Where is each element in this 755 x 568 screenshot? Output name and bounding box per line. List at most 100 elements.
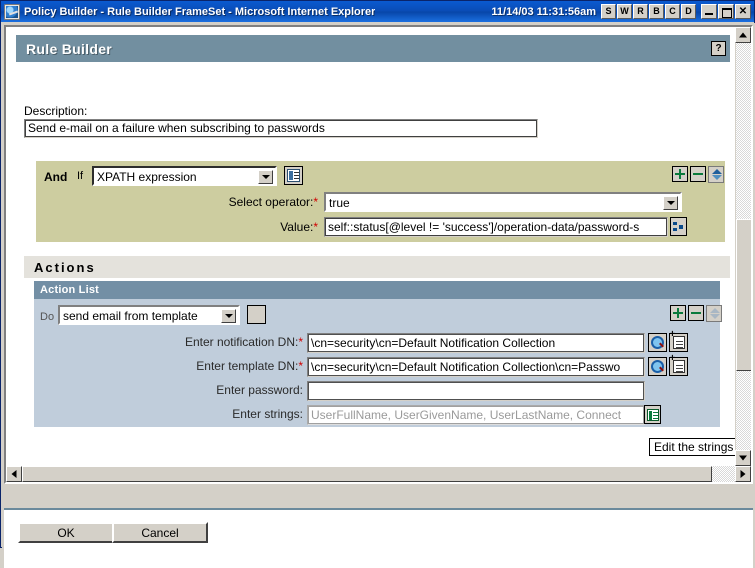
- do-label: Do: [40, 311, 55, 323]
- move-up-icon[interactable]: [712, 169, 722, 174]
- actions-section-label: Actions: [34, 259, 96, 275]
- rule-builder-frameset: Rule Builder ? Description: Send e-mail …: [4, 25, 753, 484]
- move-up-icon[interactable]: [710, 308, 720, 313]
- new-document-glyph: [670, 331, 685, 349]
- notification-dn-new-icon[interactable]: [669, 331, 688, 352]
- template-dn-required-star: *: [298, 359, 303, 373]
- strings-label-text: Enter strings:: [232, 407, 303, 421]
- toolbar-letter-d[interactable]: D: [681, 4, 696, 19]
- add-action-button[interactable]: [670, 305, 686, 321]
- toolbar-letter-b[interactable]: B: [649, 4, 664, 19]
- magnifier-glyph: [651, 360, 664, 373]
- toolbar-letter-c[interactable]: C: [665, 4, 680, 19]
- scroll-track-vertical[interactable]: [736, 43, 751, 454]
- operator-required-star: *: [313, 195, 318, 209]
- scroll-left-button[interactable]: [6, 466, 22, 482]
- rule-builder-header: Rule Builder ?: [16, 35, 730, 62]
- value-required-star: *: [313, 220, 318, 234]
- outer-scroll-right-button[interactable]: [735, 466, 751, 482]
- outer-scroll-up-button[interactable]: [735, 27, 751, 43]
- ok-button[interactable]: OK: [18, 522, 114, 543]
- operator-value: true: [329, 196, 350, 210]
- template-dn-browse-icon[interactable]: [648, 357, 667, 376]
- action-list-label: Action List: [40, 284, 100, 296]
- scroll-track-horizontal[interactable]: [22, 466, 739, 482]
- xpath-builder-icon[interactable]: [670, 217, 687, 236]
- template-dn-new-icon[interactable]: [669, 355, 688, 376]
- value-label-text: Value:: [280, 220, 314, 234]
- page-horizontal-scrollbar[interactable]: [6, 466, 739, 482]
- add-condition-button[interactable]: [672, 166, 688, 182]
- minimize-button[interactable]: [701, 4, 717, 19]
- action-list-header: Action List: [34, 281, 720, 299]
- condition-block: And If XPATH expression Select operator:…: [36, 161, 725, 242]
- operator-label-text: Select operator:: [228, 195, 314, 209]
- client-area: Rule Builder ? Description: Send e-mail …: [2, 23, 755, 568]
- move-down-icon[interactable]: [712, 175, 722, 180]
- toolbar-letter-w[interactable]: W: [617, 4, 632, 19]
- move-down-icon[interactable]: [710, 314, 720, 319]
- operator-select[interactable]: true: [324, 192, 682, 212]
- chevron-down-icon[interactable]: [663, 196, 678, 210]
- condition-type-value: XPATH expression: [97, 170, 197, 184]
- maximize-button[interactable]: [718, 4, 734, 19]
- rule-builder-page: Rule Builder ? Description: Send e-mail …: [6, 27, 739, 470]
- triangle-left-icon: [11, 470, 17, 478]
- window-title: Policy Builder - Rule Builder FrameSet -…: [24, 5, 376, 18]
- notification-dn-required-star: *: [298, 335, 303, 349]
- browser-window: Policy Builder - Rule Builder FrameSet -…: [0, 0, 755, 568]
- close-button[interactable]: ✕: [735, 4, 751, 19]
- triangle-down-icon: [739, 455, 747, 461]
- move-condition-spinner[interactable]: [708, 166, 724, 183]
- template-dn-input[interactable]: \cn=security\cn=Default Notification Col…: [307, 357, 645, 377]
- triangle-right-icon: [740, 470, 746, 478]
- new-document-glyph: [670, 355, 685, 373]
- page-vertical-scrollbar[interactable]: [735, 27, 751, 470]
- action-type-value: send email from template: [63, 309, 198, 323]
- triangle-up-icon: [739, 32, 747, 38]
- close-icon: ✕: [738, 6, 748, 17]
- outer-scroll-down-button[interactable]: [735, 450, 751, 466]
- page-title: Rule Builder: [26, 40, 113, 57]
- dialog-button-bar: OK Cancel: [4, 508, 753, 568]
- move-action-spinner[interactable]: [706, 305, 722, 322]
- toolbar-letter-r[interactable]: R: [633, 4, 648, 19]
- scroll-thumb-vertical[interactable]: [736, 219, 751, 371]
- strings-glyph: [646, 408, 659, 421]
- condition-type-select[interactable]: XPATH expression: [92, 166, 277, 186]
- action-body: Do send email from template Enter notifi…: [34, 299, 722, 427]
- password-input[interactable]: [307, 381, 645, 401]
- condition-and-label: And: [44, 170, 68, 184]
- xpath-glyph: [673, 221, 684, 232]
- toolbar-letter-s[interactable]: S: [601, 4, 616, 19]
- action-properties-icon[interactable]: [247, 305, 266, 324]
- notification-dn-input[interactable]: \cn=security\cn=Default Notification Col…: [307, 333, 645, 353]
- properties-glyph: [287, 169, 300, 182]
- value-input[interactable]: self::status[@level != 'success']/operat…: [324, 217, 668, 237]
- chevron-down-icon[interactable]: [258, 170, 273, 184]
- title-bar: Policy Builder - Rule Builder FrameSet -…: [1, 1, 754, 22]
- chevron-down-icon[interactable]: [221, 309, 236, 323]
- template-dn-label: Enter template DN:*: [196, 359, 303, 373]
- notification-dn-label: Enter notification DN:*: [185, 335, 303, 349]
- edit-strings-icon[interactable]: [644, 405, 661, 424]
- operator-label: Select operator:*: [194, 195, 318, 209]
- actions-section-header: Actions: [24, 256, 730, 278]
- notification-dn-label-text: Enter notification DN:: [184, 335, 299, 349]
- action-type-select[interactable]: send email from template: [58, 305, 240, 325]
- remove-condition-button[interactable]: [690, 166, 706, 182]
- strings-input[interactable]: UserFullName, UserGivenName, UserLastNam…: [307, 405, 645, 425]
- description-input[interactable]: Send e-mail on a failure when subscribin…: [24, 119, 538, 138]
- cancel-button[interactable]: Cancel: [112, 522, 208, 543]
- condition-row-controls: [672, 166, 724, 183]
- notification-dn-browse-icon[interactable]: [648, 333, 667, 352]
- value-label: Value:*: [236, 220, 318, 234]
- help-icon[interactable]: ?: [711, 41, 726, 56]
- remove-action-button[interactable]: [688, 305, 704, 321]
- scroll-thumb-horizontal[interactable]: [22, 466, 712, 482]
- condition-if-label: If: [77, 170, 84, 182]
- condition-properties-icon[interactable]: [284, 166, 303, 185]
- clock-display: 11/14/03 11:31:56am: [491, 5, 596, 18]
- ie-logo-icon: [4, 3, 20, 20]
- edit-the-strings-button[interactable]: Edit the strings: [649, 438, 739, 456]
